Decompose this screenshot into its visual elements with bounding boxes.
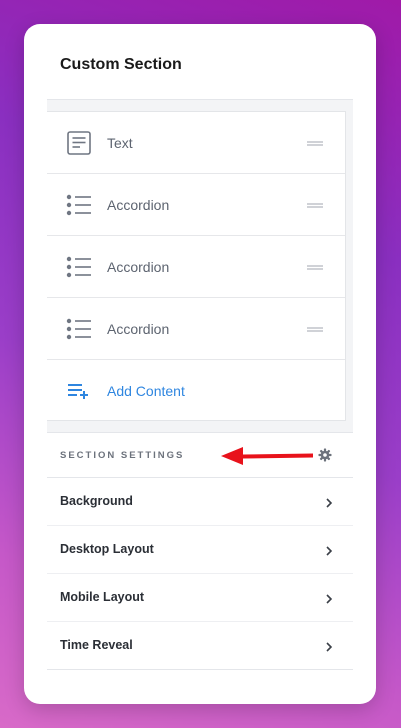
chevron-right-icon [326,642,333,652]
panel-title: Custom Section [60,56,182,73]
drag-handle-icon[interactable] [307,327,323,332]
add-content-label: Add Content [107,383,185,399]
add-list-icon [68,384,88,399]
content-item-label: Accordion [107,320,170,337]
setting-label: Background [60,494,133,508]
custom-section-panel: Custom Section Text Accordion Accordion … [24,24,376,704]
content-area: Text Accordion Accordion Accordion Add C… [47,99,353,432]
list-icon [66,194,91,216]
setting-label: Desktop Layout [60,542,154,556]
section-settings-title: SECTION SETTINGS [60,450,185,461]
content-item-label: Accordion [107,258,170,275]
list-icon [66,256,91,278]
content-item-accordion[interactable]: Accordion [47,174,345,236]
setting-time-reveal[interactable]: Time Reveal [47,622,353,670]
content-item-label: Accordion [107,196,170,213]
text-icon [67,131,91,155]
setting-mobile-layout[interactable]: Mobile Layout [47,574,353,622]
drag-handle-icon[interactable] [307,203,323,208]
chevron-right-icon [326,498,333,508]
content-item-accordion[interactable]: Accordion [47,298,345,360]
content-item-label: Text [107,134,133,151]
chevron-right-icon [326,546,333,556]
section-settings-header: SECTION SETTINGS [47,432,353,478]
setting-background[interactable]: Background [47,478,353,526]
drag-handle-icon[interactable] [307,265,323,270]
setting-label: Mobile Layout [60,590,145,604]
content-item-accordion[interactable]: Accordion [47,236,345,298]
chevron-right-icon [326,594,333,604]
add-content-button[interactable]: Add Content [47,360,345,422]
drag-handle-icon[interactable] [307,141,323,146]
content-list: Text Accordion Accordion Accordion Add C… [47,111,346,421]
list-icon [66,318,91,340]
content-item-text[interactable]: Text [47,112,345,174]
setting-label: Time Reveal [60,638,133,652]
annotation-arrow-icon [221,447,313,465]
setting-desktop-layout[interactable]: Desktop Layout [47,526,353,574]
gear-icon[interactable] [318,448,332,462]
